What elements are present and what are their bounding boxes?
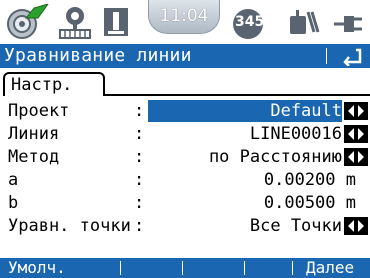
field-project[interactable]: Проект : Default bbox=[0, 100, 370, 122]
tab-settings[interactable]: Настр. bbox=[3, 72, 105, 96]
level-icon bbox=[104, 8, 128, 36]
field-colon: : bbox=[134, 193, 145, 213]
power-plug-icon bbox=[334, 16, 362, 32]
field-label: Уравн. точки bbox=[8, 216, 131, 236]
field-value: Все Точки bbox=[249, 216, 342, 236]
softkey-f6-next[interactable]: Далее bbox=[306, 258, 354, 278]
field-value: 0.00200 m bbox=[263, 170, 356, 190]
field-method[interactable]: Метод : по Расстоянию bbox=[0, 146, 370, 168]
reflector-icon bbox=[59, 7, 91, 39]
softkey-f1-defaults[interactable]: Умолч. bbox=[8, 258, 66, 278]
keypad-icon bbox=[290, 10, 320, 34]
field-colon: : bbox=[134, 216, 145, 236]
back-icon[interactable] bbox=[340, 46, 362, 66]
softkey-separator bbox=[244, 261, 245, 275]
list-toggle-icon[interactable] bbox=[344, 217, 368, 235]
field-label: a bbox=[8, 170, 19, 190]
field-value: LINE00016 bbox=[249, 124, 342, 144]
field-label: Проект bbox=[8, 101, 70, 121]
field-b[interactable]: b : 0.00500 m bbox=[0, 192, 370, 214]
softkey-bar: Умолч. Далее bbox=[0, 258, 370, 278]
clock: 11:04 bbox=[148, 0, 220, 34]
field-line[interactable]: Линия : LINE00016 bbox=[0, 123, 370, 145]
field-value: по Расстоянию bbox=[208, 147, 342, 167]
field-label: b bbox=[8, 193, 19, 213]
clock-time: 11:04 bbox=[159, 6, 209, 26]
field-value: Default bbox=[270, 101, 342, 121]
status-bar: 11:04 345 bbox=[0, 0, 370, 44]
title-separator bbox=[326, 48, 327, 64]
list-toggle-icon[interactable] bbox=[344, 148, 368, 166]
field-a[interactable]: a : 0.00200 m bbox=[0, 169, 370, 191]
edm-mode-label: 345 bbox=[235, 14, 265, 30]
field-colon: : bbox=[134, 170, 145, 190]
softkey-separator bbox=[292, 261, 293, 275]
list-toggle-icon[interactable] bbox=[344, 125, 368, 143]
tab-underline bbox=[103, 94, 370, 96]
instrument-icon bbox=[7, 4, 49, 39]
list-toggle-icon[interactable] bbox=[344, 102, 368, 120]
softkey-separator bbox=[182, 261, 183, 275]
field-colon: : bbox=[134, 101, 145, 121]
field-value: 0.00500 m bbox=[263, 193, 356, 213]
title-bar: Уравнивание линии bbox=[0, 44, 370, 68]
page-title: Уравнивание линии bbox=[4, 45, 192, 66]
field-colon: : bbox=[134, 147, 145, 167]
field-label: Линия bbox=[8, 124, 60, 144]
field-adjust-points[interactable]: Уравн. точки : Все Точки bbox=[0, 215, 370, 237]
field-colon: : bbox=[134, 124, 145, 144]
softkey-separator bbox=[120, 261, 121, 275]
tab-settings-label: Настр. bbox=[11, 75, 73, 95]
field-label: Метод bbox=[8, 147, 60, 167]
